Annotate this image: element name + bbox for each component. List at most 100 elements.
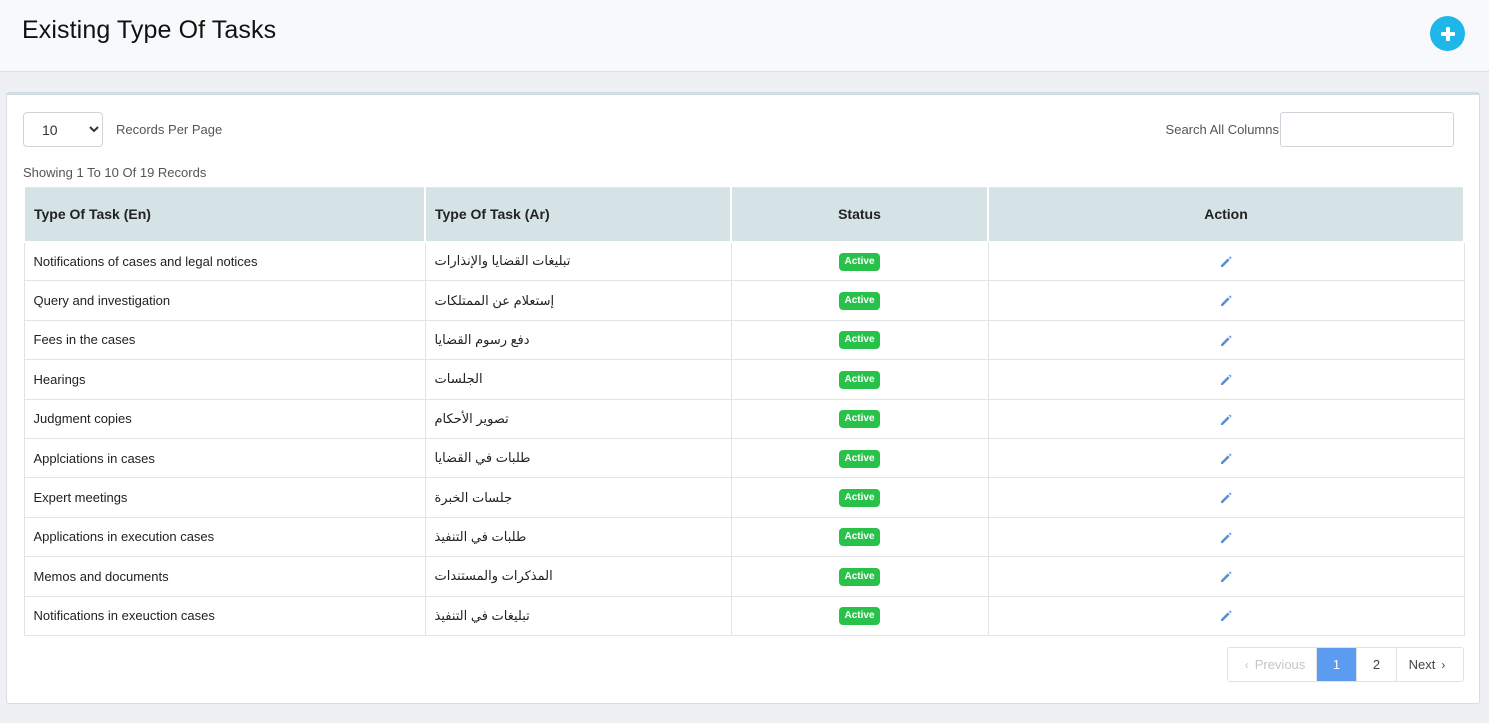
action-cell: [987, 240, 1465, 282]
task-type-ar-text: طلبات في التنفيذ: [434, 528, 527, 544]
column-header-status[interactable]: Status: [730, 187, 989, 243]
status-badge: Active: [839, 489, 880, 508]
task-type-en-cell: Fees in the cases: [23, 319, 426, 361]
task-type-ar-text: تبليغات القضايا والإنذارات: [434, 253, 571, 269]
table-row: Hearings الجلسات Active: [23, 359, 1465, 400]
action-cell: [987, 595, 1465, 636]
task-type-ar-cell: الجلسات: [424, 359, 732, 400]
pencil-icon[interactable]: [1219, 255, 1233, 269]
pencil-icon[interactable]: [1219, 609, 1233, 623]
search-input[interactable]: [1280, 112, 1454, 147]
task-type-ar-cell: إستعلام عن الممتلكات: [424, 280, 732, 321]
status-cell: Active: [730, 595, 989, 636]
chevron-left-icon: ‹: [1244, 657, 1249, 672]
task-type-ar-cell: تبليغات في التنفيذ: [424, 595, 732, 636]
task-type-en-cell: Expert meetings: [23, 477, 426, 518]
pagination-previous-label: Previous: [1254, 657, 1306, 672]
status-badge: Active: [839, 370, 880, 389]
pencil-icon[interactable]: [1219, 413, 1233, 427]
status-badge: Active: [839, 252, 880, 271]
column-header-en[interactable]: Type Of Task (En): [23, 187, 426, 243]
table-row: Memos and documents المذكرات والمستندات Ac…: [23, 556, 1465, 597]
search-label: Search All Columns: [1165, 122, 1279, 137]
pagination: ‹ Previous 1 2 Next ›: [1227, 647, 1464, 682]
pagination-previous[interactable]: ‹ Previous: [1228, 648, 1316, 681]
pencil-icon[interactable]: [1219, 373, 1233, 387]
status-cell: Active: [730, 319, 989, 361]
action-cell: [987, 556, 1465, 597]
status-cell: Active: [730, 516, 989, 558]
status-badge: Active: [839, 607, 880, 626]
table-row: Expert meetings جلسات الخبرة Active: [23, 477, 1465, 518]
task-type-en-cell: Notifications in exeuction cases: [23, 595, 426, 636]
pagination-next[interactable]: Next ›: [1396, 648, 1463, 681]
task-type-en-cell: Notifications of cases and legal notices: [23, 240, 426, 282]
table-header-row: Type Of Task (En) Type Of Task (Ar) Stat…: [23, 187, 1465, 243]
task-type-en-cell: Judgment copies: [23, 398, 426, 439]
task-type-ar-text: تصوير الأحكام: [434, 410, 509, 426]
task-type-en-cell: Applciations in cases: [23, 437, 426, 479]
pagination-page-1[interactable]: 1: [1316, 648, 1356, 681]
page-title: Existing Type Of Tasks: [22, 16, 277, 44]
pagination-next-label: Next: [1408, 657, 1436, 672]
status-cell: Active: [730, 398, 989, 439]
task-type-en-cell: Memos and documents: [23, 556, 426, 597]
table-row: Applications in execution cases طلبات في …: [23, 516, 1465, 558]
task-type-ar-text: الجلسات: [434, 371, 483, 387]
status-cell: Active: [730, 556, 989, 597]
column-header-action: Action: [987, 187, 1465, 243]
task-type-en-cell: Query and investigation: [23, 280, 426, 321]
task-type-en-cell: Hearings: [23, 359, 426, 400]
task-type-ar-text: المذكرات والمستندات: [434, 568, 553, 584]
pencil-icon[interactable]: [1219, 294, 1233, 308]
status-badge: Active: [839, 410, 880, 429]
action-cell: [987, 516, 1465, 558]
action-cell: [987, 319, 1465, 361]
pagination-page-2[interactable]: 2: [1356, 648, 1396, 681]
status-badge: Active: [839, 449, 880, 468]
pencil-icon[interactable]: [1219, 452, 1233, 466]
task-type-ar-text: دفع رسوم القضايا: [434, 331, 530, 347]
pencil-icon[interactable]: [1219, 491, 1233, 505]
action-cell: [987, 437, 1465, 479]
status-badge: Active: [839, 528, 880, 547]
status-cell: Active: [730, 280, 989, 321]
task-type-ar-cell: المذكرات والمستندات: [424, 556, 732, 597]
action-cell: [987, 280, 1465, 321]
action-cell: [987, 359, 1465, 400]
table-row: Notifications in exeuction cases تبليغات …: [23, 595, 1465, 636]
table-row: Judgment copies تصوير الأحكام Active: [23, 398, 1465, 439]
status-badge: Active: [839, 331, 880, 350]
status-badge: Active: [839, 292, 880, 311]
chevron-right-icon: ›: [1441, 657, 1446, 672]
table-row: Notifications of cases and legal notices…: [23, 240, 1465, 282]
table-row: Applciations in cases طلبات في القضايا Act…: [23, 437, 1465, 479]
pencil-icon[interactable]: [1219, 531, 1233, 545]
status-cell: Active: [730, 477, 989, 518]
status-badge: Active: [839, 567, 880, 586]
task-type-ar-text: جلسات الخبرة: [434, 489, 513, 505]
action-cell: [987, 398, 1465, 439]
table-row: Fees in the cases دفع رسوم القضايا Active: [23, 319, 1465, 361]
task-type-en-cell: Applications in execution cases: [23, 516, 426, 558]
status-cell: Active: [730, 437, 989, 479]
action-cell: [987, 477, 1465, 518]
records-info: Showing 1 To 10 Of 19 Records: [23, 165, 207, 180]
records-per-page-select[interactable]: 10: [23, 112, 103, 147]
status-cell: Active: [730, 240, 989, 282]
pencil-icon[interactable]: [1219, 334, 1233, 348]
pencil-icon[interactable]: [1219, 570, 1233, 584]
task-type-ar-text: إستعلام عن الممتلكات: [434, 292, 555, 308]
column-header-ar[interactable]: Type Of Task (Ar): [424, 187, 732, 243]
page-header: Existing Type Of Tasks: [0, 0, 1489, 72]
add-task-type-button[interactable]: [1430, 16, 1465, 51]
plus-circle-icon: [1440, 26, 1455, 41]
records-per-page-label: Records Per Page: [116, 122, 223, 137]
task-types-table: Type Of Task (En) Type Of Task (Ar) Stat…: [23, 187, 1465, 636]
table-row: Query and investigation إستعلام عن الممتل…: [23, 280, 1465, 321]
task-type-ar-cell: طلبات في التنفيذ: [424, 516, 732, 558]
task-type-ar-text: تبليغات في التنفيذ: [434, 607, 530, 623]
task-types-card: 10 Records Per Page Search All Columns S…: [6, 92, 1480, 704]
task-type-ar-cell: تصوير الأحكام: [424, 398, 732, 439]
status-cell: Active: [730, 359, 989, 400]
